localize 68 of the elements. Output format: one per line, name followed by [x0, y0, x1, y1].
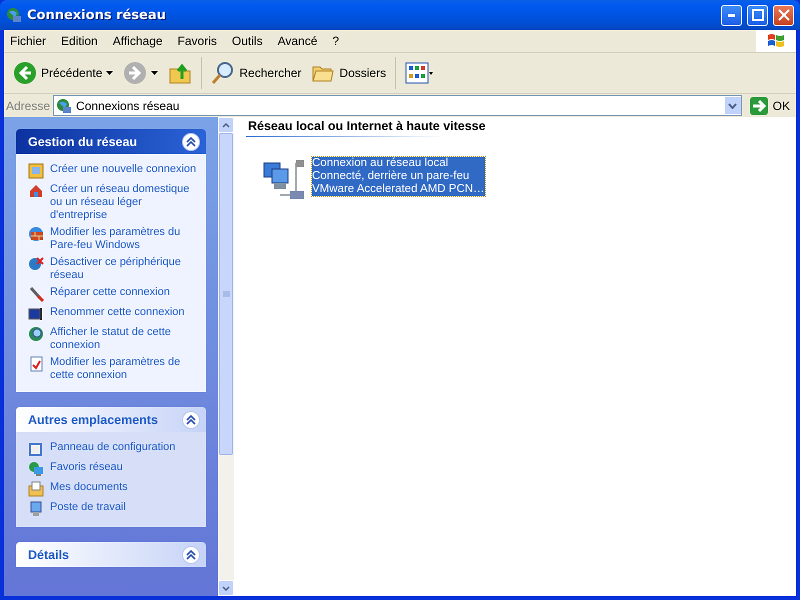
maximize-button[interactable] [747, 4, 768, 26]
panel-title: Autres emplacements [28, 412, 158, 426]
globe-network-icon [6, 7, 22, 23]
menu-item[interactable]: Fichier [4, 34, 56, 48]
globe-network-icon [56, 98, 72, 114]
chevron-down-icon [728, 102, 738, 108]
menu-item[interactable]: Affichage [106, 34, 172, 48]
collapse-icon [186, 414, 196, 424]
folder-icon [28, 481, 44, 497]
collapse-button[interactable] [182, 132, 200, 150]
windows-flag-icon [766, 32, 786, 50]
task-link[interactable]: Poste de travail [50, 501, 126, 514]
window-title: Connexions réseau [27, 8, 167, 22]
grip-icon [222, 291, 230, 297]
task-link[interactable]: Désactiver ce périphérique réseau [50, 256, 198, 282]
scroll-down-button[interactable] [218, 580, 234, 596]
go-button[interactable]: OK [744, 96, 794, 116]
caret-icon [106, 71, 114, 75]
dropdown-button[interactable] [724, 97, 741, 114]
minimize-button[interactable] [721, 4, 742, 26]
menu-item[interactable]: Outils [226, 34, 272, 48]
group-header: Réseau local ou Internet à haute vitesse [246, 119, 578, 137]
task-link[interactable]: Afficher le statut de cette connexion [50, 326, 198, 352]
task-link[interactable]: Modifier les paramètres du Pare-feu Windows [50, 226, 198, 252]
menu-item[interactable]: ? [326, 34, 348, 48]
control-panel-icon [28, 441, 44, 457]
menu-item[interactable]: Edition [55, 34, 107, 48]
address-field[interactable]: Connexions réseau [53, 95, 742, 116]
connection-item[interactable]: Connexion au réseau local Connecté, derrière un pare-feu VMware Accelerated AMD PCN… [312, 157, 485, 196]
collapse-button[interactable] [182, 546, 200, 564]
disable-network-icon [28, 256, 44, 272]
task-link[interactable]: Panneau de configuration [50, 441, 176, 454]
task-link[interactable]: Réparer cette connexion [50, 286, 170, 299]
task-link[interactable]: Modifier les paramètres de cette connexion [50, 356, 198, 382]
task-link[interactable]: Mes documents [50, 481, 128, 494]
task-link[interactable]: Renommer cette connexion [50, 306, 185, 319]
menu-item[interactable]: Favoris [172, 34, 226, 48]
panel-title: Gestion du réseau [28, 134, 138, 148]
scroll-up-button[interactable] [218, 117, 234, 133]
collapse-button[interactable] [182, 410, 200, 428]
maximize-icon [752, 9, 764, 21]
close-button[interactable] [773, 4, 794, 26]
task-link[interactable]: Créer une nouvelle connexion [50, 163, 196, 176]
network-computers-icon [28, 461, 44, 477]
firewall-icon [28, 226, 44, 242]
house-icon [28, 183, 44, 199]
back-button[interactable]: Précédente [10, 59, 116, 87]
scrollbar[interactable] [218, 117, 234, 596]
caret-icon [151, 71, 158, 75]
search-button[interactable]: Rechercher [208, 59, 304, 87]
scroll-thumb[interactable] [219, 133, 233, 455]
computer-icon [28, 501, 44, 517]
chevron-down-icon [222, 586, 230, 590]
document-icon [28, 356, 44, 372]
menu-item[interactable]: Avancé [272, 34, 326, 48]
folder-up-icon [168, 61, 192, 85]
chevron-up-icon [222, 122, 230, 128]
views-icon [405, 62, 434, 84]
panel-title: Détails [28, 548, 69, 562]
task-link[interactable]: Favoris réseau [50, 461, 123, 474]
close-icon [778, 9, 790, 21]
minimize-icon [728, 14, 735, 16]
address-label: Adresse [6, 98, 50, 112]
folders-button[interactable]: Dossiers [308, 59, 390, 87]
collapse-icon [186, 136, 196, 146]
search-icon [211, 61, 236, 85]
task-link[interactable]: Créer un réseau domestique ou un réseau léger d'entreprise [50, 183, 198, 222]
collapse-icon [186, 550, 196, 560]
